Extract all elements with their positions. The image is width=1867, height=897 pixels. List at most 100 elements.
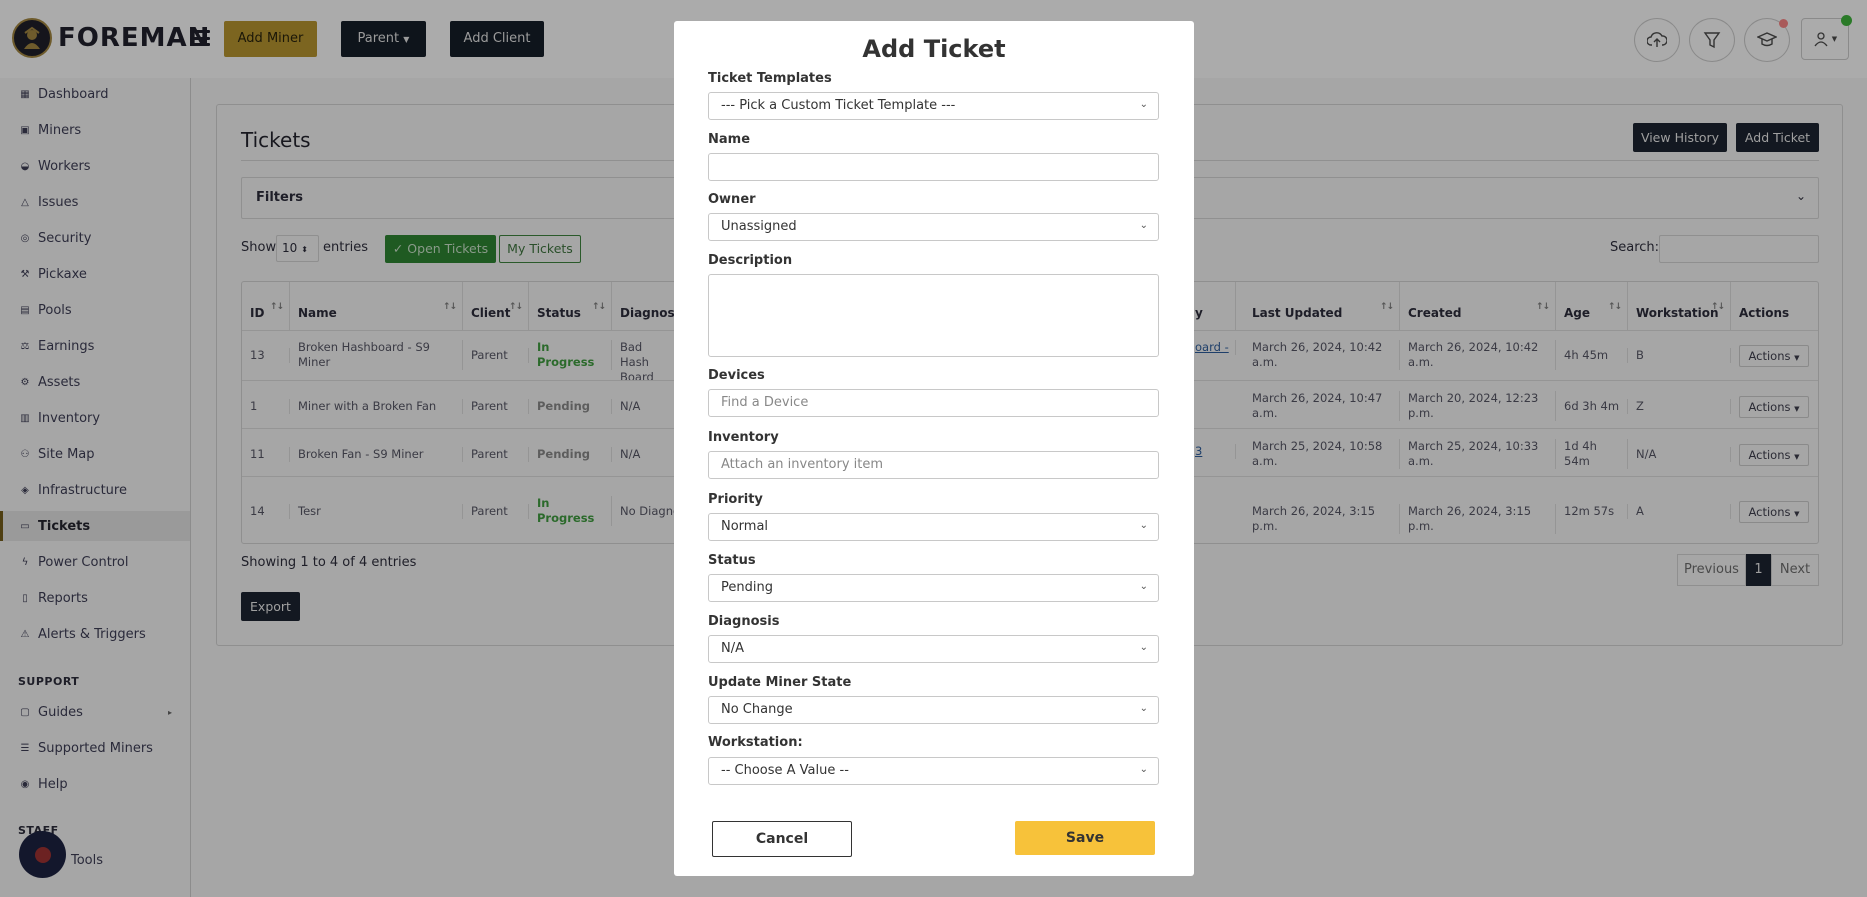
export-button[interactable]: Export [241, 592, 300, 621]
column-header-created[interactable]: Created ↑↓ [1400, 282, 1556, 330]
cell-history[interactable]: 3 [1187, 444, 1236, 459]
cell-age: 1d 4h 54m [1556, 439, 1628, 469]
cell-diagnosis: N/A [620, 399, 641, 413]
ticket-templates-select[interactable]: --- Pick a Custom Ticket Template --- ⌄ [708, 92, 1159, 120]
add-miner-button[interactable]: Add Miner [224, 21, 317, 57]
cell-id: 14 [242, 504, 290, 519]
record-button[interactable] [19, 831, 66, 878]
sidebar-item-label: Guides [38, 704, 83, 720]
chevron-down-icon: ⌄ [1139, 764, 1148, 775]
open-tickets-button[interactable]: ✓ Open Tickets [385, 235, 496, 263]
inventory-label: Inventory [708, 430, 779, 445]
sidebar-item-issues[interactable]: △ Issues [0, 187, 190, 217]
open-tickets-label: Open Tickets [407, 241, 489, 256]
cell-created: March 26, 2024, 3:15 p.m. [1400, 504, 1556, 534]
status-select[interactable]: Pending ⌄ [708, 574, 1159, 602]
sidebar-item-alerts-triggers[interactable]: ⚠ Alerts & Triggers [0, 619, 190, 649]
name-input[interactable] [708, 153, 1159, 181]
sidebar-item-power-control[interactable]: ϟ Power Control [0, 547, 190, 577]
cell-name[interactable]: Broken Fan - S9 Miner [290, 447, 463, 462]
cell-name[interactable]: Broken Hashboard - S9 Miner [290, 340, 463, 370]
diagnosis-select[interactable]: N/A ⌄ [708, 635, 1159, 663]
sidebar-item-workers[interactable]: ◒ Workers [0, 151, 190, 181]
workstation-value: -- Choose A Value -- [721, 763, 849, 778]
column-header-workstation[interactable]: Workstation ↑↓ [1628, 282, 1731, 330]
layers-icon: ◈ [21, 484, 29, 496]
sidebar-item-supported-miners[interactable]: ☰ Supported Miners [0, 733, 190, 763]
inventory-input[interactable]: Attach an inventory item [708, 451, 1159, 479]
actions-dropdown-button[interactable]: Actions ▼ [1739, 345, 1809, 367]
column-header-id[interactable]: ID ↑↓ [242, 282, 290, 330]
owner-select[interactable]: Unassigned ⌄ [708, 213, 1159, 241]
cell-age: 12m 57s [1556, 504, 1628, 519]
sidebar-item-help[interactable]: ◉ Help [0, 769, 190, 799]
actions-dropdown-button[interactable]: Actions ▼ [1739, 444, 1809, 466]
menu-toggle-icon[interactable] [190, 30, 210, 46]
sidebar-item-label: Pools [38, 302, 72, 318]
sidebar-item-label: Dashboard [38, 86, 109, 102]
sidebar-item-earnings[interactable]: ⚖ Earnings [0, 331, 190, 361]
column-header-client[interactable]: Client ↑↓ [463, 282, 529, 330]
chevron-down-icon: ⌄ [1795, 189, 1806, 203]
cell-name[interactable]: Miner with a Broken Fan [290, 399, 463, 414]
sidebar-item-pools[interactable]: ▤ Pools [0, 295, 190, 325]
save-button[interactable]: Save [1015, 821, 1155, 855]
header-label: ID [250, 306, 265, 320]
modal-title: Add Ticket [862, 35, 1006, 63]
column-header-history[interactable]: y [1187, 282, 1236, 330]
column-header-last-updated[interactable]: Last Updated ↑↓ [1244, 282, 1400, 330]
filter-button[interactable] [1689, 18, 1735, 62]
miner-state-select[interactable]: No Change ⌄ [708, 696, 1159, 724]
sort-icon: ↑↓ [508, 302, 523, 312]
my-tickets-button[interactable]: My Tickets [499, 235, 581, 263]
actions-label: Actions [1748, 448, 1791, 462]
cell-history[interactable]: oard - [1187, 340, 1236, 355]
next-page-button[interactable]: Next [1771, 554, 1819, 586]
view-history-button[interactable]: View History [1633, 123, 1727, 152]
previous-page-button[interactable]: Previous [1677, 554, 1746, 586]
sidebar-item-guides[interactable]: ▢ Guides ▸ [0, 697, 190, 727]
sort-icon: ↑↓ [591, 302, 606, 312]
cancel-button[interactable]: Cancel [712, 821, 852, 857]
priority-value: Normal [721, 519, 769, 534]
header-label: Status [537, 306, 581, 320]
sidebar-item-dashboard[interactable]: ▦ Dashboard [0, 79, 190, 109]
cell-id: 1 [242, 399, 290, 414]
sidebar-item-miners[interactable]: ▣ Miners [0, 115, 190, 145]
sidebar-item-label: Inventory [38, 410, 101, 426]
cloud-upload-button[interactable] [1634, 18, 1680, 62]
actions-dropdown-button[interactable]: Actions ▼ [1739, 501, 1809, 523]
entries-select[interactable]: 10 ⬍ [276, 235, 319, 262]
foreman-logo[interactable]: FOREMAN [12, 18, 210, 58]
devices-label: Devices [708, 368, 765, 383]
devices-input[interactable]: Find a Device [708, 389, 1159, 417]
inventory-icon: ▥ [20, 412, 30, 424]
actions-dropdown-button[interactable]: Actions ▼ [1739, 396, 1809, 418]
workstation-select[interactable]: -- Choose A Value -- ⌄ [708, 757, 1159, 785]
column-header-status[interactable]: Status ↑↓ [529, 282, 612, 330]
sidebar-item-assets[interactable]: ⚙ Assets [0, 367, 190, 397]
sidebar-item-inventory[interactable]: ▥ Inventory [0, 403, 190, 433]
sort-icon: ↑↓ [1535, 302, 1550, 312]
column-header-diagnosis[interactable]: Diagnosis [612, 282, 686, 330]
sidebar-item-label: Alerts & Triggers [38, 626, 146, 642]
sidebar-item-site-map[interactable]: ⚇ Site Map [0, 439, 190, 469]
sidebar-item-security[interactable]: ◎ Security [0, 223, 190, 253]
foreman-logo-icon [12, 18, 52, 58]
show-label: Show [241, 240, 277, 255]
add-ticket-button[interactable]: Add Ticket [1736, 123, 1819, 152]
page-1-button[interactable]: 1 [1746, 554, 1771, 586]
column-header-name[interactable]: Name ↑↓ [290, 282, 463, 330]
sidebar-item-reports[interactable]: ▯ Reports [0, 583, 190, 613]
cell-name[interactable]: Tesr [290, 504, 463, 519]
priority-select[interactable]: Normal ⌄ [708, 513, 1159, 541]
sidebar-item-infrastructure[interactable]: ◈ Infrastructure [0, 475, 190, 505]
description-textarea[interactable] [708, 274, 1159, 357]
parent-dropdown-button[interactable]: Parent ▼ [341, 21, 426, 57]
sidebar-item-tickets[interactable]: ▭ Tickets [0, 511, 190, 541]
sidebar-item-pickaxe[interactable]: ⚒ Pickaxe [0, 259, 190, 289]
search-input[interactable] [1659, 235, 1819, 263]
column-header-age[interactable]: Age ↑↓ [1556, 282, 1628, 330]
caret-down-icon: ▼ [1794, 405, 1800, 413]
add-client-button[interactable]: Add Client [450, 21, 544, 57]
